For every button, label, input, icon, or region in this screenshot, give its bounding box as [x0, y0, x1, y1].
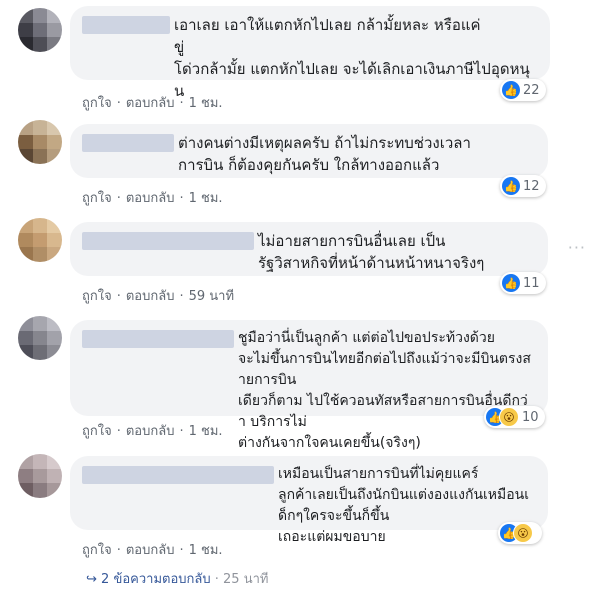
- comment-time[interactable]: 1 ชม.: [189, 543, 223, 558]
- like-link[interactable]: ถูกใจ: [82, 543, 112, 558]
- reply-link[interactable]: ตอบกลับ: [126, 424, 175, 439]
- reply-link[interactable]: ตอบกลับ: [126, 289, 175, 304]
- avatar[interactable]: [18, 316, 62, 360]
- comment-bubble: ต่างคนต่างมีเหตุผลครับ ถ้าไม่กระทบช่วงเว…: [70, 124, 548, 178]
- reaction-summary[interactable]: 👍 😮: [498, 522, 542, 544]
- avatar[interactable]: [18, 8, 62, 52]
- reaction-count: 22: [523, 82, 540, 98]
- comment-bubble: ไม่อายสายการบินอื่นเลย เป็น รัฐวิสาหกิจท…: [70, 222, 548, 276]
- like-icon: 👍: [502, 81, 520, 99]
- reply-link[interactable]: ตอบกลับ: [126, 543, 175, 558]
- comment-bubble: เอาเลย เอาให้แตกหักไปเลย กล้ามั้ยหละ หรื…: [70, 6, 550, 100]
- wow-icon: 😮: [499, 407, 519, 427]
- reaction-summary[interactable]: 👍 12: [500, 175, 546, 197]
- view-replies-link[interactable]: ↪ 2 ข้อความตอบกลับ · 25 นาที: [86, 568, 268, 589]
- like-icon: 👍: [502, 274, 520, 292]
- reply-link[interactable]: ตอบกลับ: [126, 191, 175, 206]
- comment-actions: ถูกใจ · ตอบกลับ · 1 ชม.: [82, 191, 223, 206]
- replies-count[interactable]: 2 ข้อความตอบกลับ: [101, 572, 211, 587]
- reaction-count: 12: [523, 178, 540, 194]
- comment-actions: ถูกใจ · ตอบกลับ · 59 นาที: [82, 289, 235, 304]
- more-options-icon[interactable]: ···: [568, 238, 586, 257]
- reaction-count: 11: [523, 275, 540, 291]
- comment-time[interactable]: 1 ชม.: [189, 96, 223, 111]
- like-link[interactable]: ถูกใจ: [82, 424, 112, 439]
- like-link[interactable]: ถูกใจ: [82, 191, 112, 206]
- avatar[interactable]: [18, 120, 62, 164]
- commenter-name-blurred[interactable]: [82, 466, 274, 484]
- avatar[interactable]: [18, 218, 62, 262]
- reaction-summary[interactable]: 👍 11: [500, 272, 546, 294]
- comment-bubble: ชูมือว่านี่เป็นลูกค้า แต่ต่อไปขอประท้วงด…: [70, 320, 548, 451]
- commenter-name-blurred[interactable]: [82, 232, 254, 250]
- commenter-name-blurred[interactable]: [82, 16, 170, 34]
- reaction-summary[interactable]: 👍 22: [500, 79, 546, 101]
- like-link[interactable]: ถูกใจ: [82, 289, 112, 304]
- wow-icon: 😮: [513, 523, 533, 543]
- commenter-name-blurred[interactable]: [82, 134, 174, 152]
- comment-time[interactable]: 1 ชม.: [189, 424, 223, 439]
- comment-actions: ถูกใจ · ตอบกลับ · 1 ชม.: [82, 543, 223, 558]
- separator: ·: [214, 572, 219, 587]
- comment-time[interactable]: 59 นาที: [189, 289, 234, 304]
- reply-link[interactable]: ตอบกลับ: [126, 96, 175, 111]
- comment-actions: ถูกใจ · ตอบกลับ · 1 ชม.: [82, 424, 223, 439]
- comment-time[interactable]: 1 ชม.: [189, 191, 223, 206]
- reaction-summary[interactable]: 👍 😮 10: [484, 406, 545, 428]
- comment-actions: ถูกใจ · ตอบกลับ · 1 ชม.: [82, 96, 223, 111]
- reply-arrow-icon: ↪: [86, 572, 97, 587]
- like-icon: 👍: [502, 177, 520, 195]
- comment-bubble: เหมือนเป็นสายการบินที่ไม่คุยแคร์ ลูกค้าเ…: [70, 456, 548, 545]
- commenter-name-blurred[interactable]: [82, 330, 234, 348]
- avatar[interactable]: [18, 454, 62, 498]
- like-link[interactable]: ถูกใจ: [82, 96, 112, 111]
- reaction-count: 10: [522, 409, 539, 425]
- replies-time: 25 นาที: [223, 572, 269, 587]
